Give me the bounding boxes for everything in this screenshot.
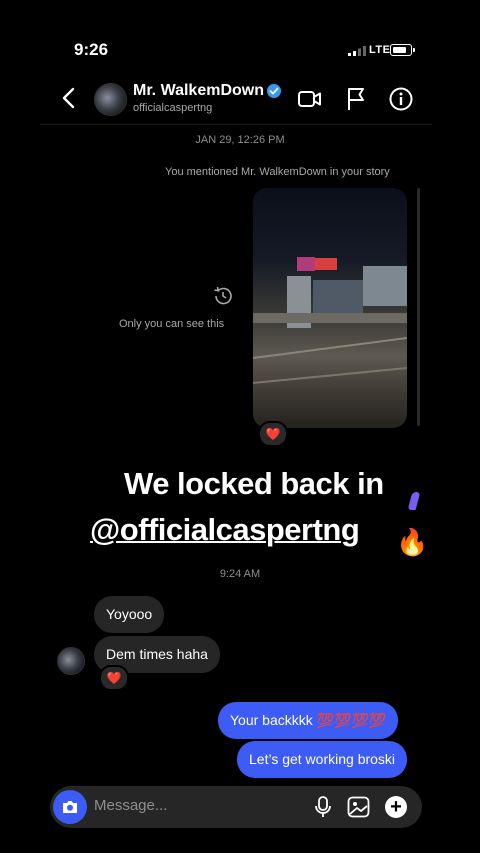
- story-reply-indicator: [417, 188, 420, 426]
- date-separator: JAN 29, 12:26 PM: [195, 134, 285, 146]
- history-icon: [214, 286, 232, 305]
- flag-icon[interactable]: [343, 86, 369, 112]
- contact-name[interactable]: Mr. WalkemDown: [133, 82, 264, 100]
- time-separator: 9:24 AM: [219, 568, 261, 580]
- back-chevron-icon[interactable]: [58, 86, 80, 110]
- battery-icon: [390, 44, 415, 56]
- video-call-icon[interactable]: [297, 86, 323, 112]
- sender-avatar[interactable]: [57, 647, 85, 675]
- story-reaction[interactable]: ❤️: [258, 421, 288, 447]
- sticker-accent: [407, 492, 421, 510]
- sticker-mention-text: @officialcaspertng: [90, 512, 360, 547]
- message-incoming[interactable]: Yoyooo: [94, 596, 165, 633]
- story-thumbnail[interactable]: [253, 188, 407, 428]
- status-time: 9:26: [74, 40, 109, 59]
- message-outgoing[interactable]: Let’s get working broski: [237, 741, 408, 778]
- gallery-icon[interactable]: [347, 796, 370, 818]
- info-icon[interactable]: [388, 86, 414, 112]
- camera-button[interactable]: [53, 790, 87, 824]
- network-label: LTE: [369, 44, 391, 56]
- avatar[interactable]: [94, 83, 127, 116]
- message-input[interactable]: Message...: [94, 797, 167, 814]
- contact-handle[interactable]: officialcaspertng: [133, 102, 212, 114]
- mention-notice: You mentioned Mr. WalkemDown in your sto…: [165, 166, 390, 178]
- story-sticker-text: We locked back in: [124, 466, 384, 501]
- microphone-icon[interactable]: [313, 795, 333, 819]
- story-image: [253, 257, 407, 384]
- message-reaction[interactable]: ❤️: [99, 665, 129, 691]
- verified-badge-icon: [267, 84, 281, 98]
- fire-emoji: 🔥: [396, 527, 429, 557]
- visibility-note: Only you can see this: [119, 318, 225, 330]
- story-sticker-mention: @officialcaspertng: [90, 512, 360, 548]
- message-outgoing[interactable]: Your backkkk 💯💯💯💯: [218, 702, 399, 739]
- signal-icon: [348, 46, 366, 56]
- camera-icon: [63, 801, 77, 813]
- header-divider: [40, 124, 432, 125]
- add-icon[interactable]: +: [385, 796, 407, 818]
